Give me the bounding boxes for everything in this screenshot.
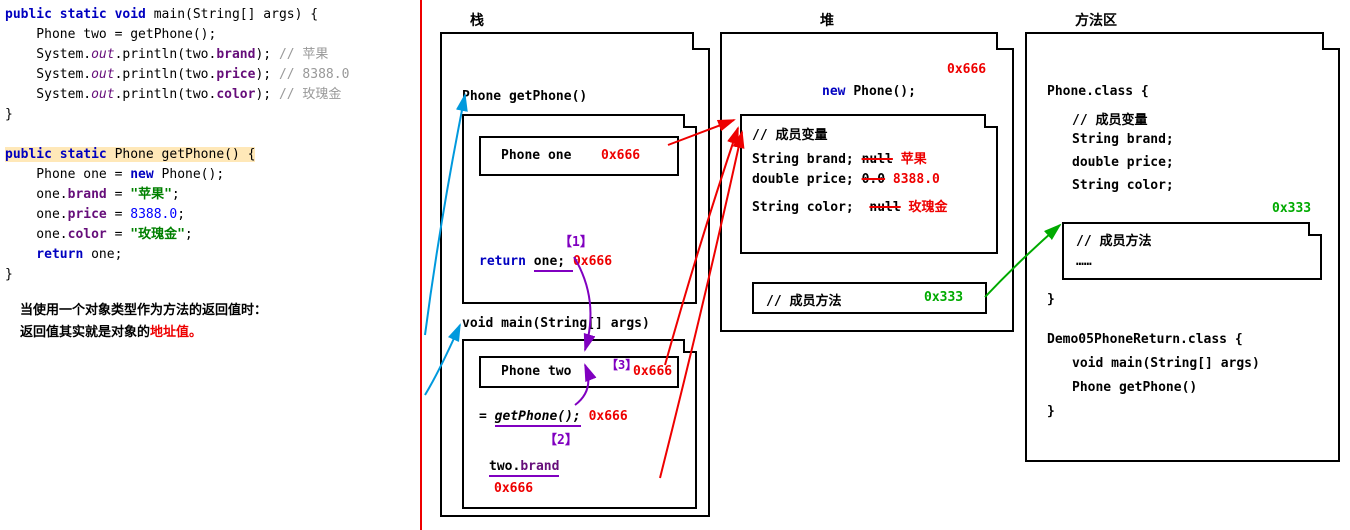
method-block: // 成员方法 …… [1062, 222, 1322, 280]
stack-label: 栈 [470, 10, 484, 30]
divider-line [420, 0, 422, 530]
phone-two-var: Phone two 【3】 0x666 [479, 356, 679, 388]
main-frame-label: void main(String[] args) [462, 316, 650, 331]
getphone-frame-label: Phone getPhone() [462, 89, 587, 104]
method-area-label: 方法区 [1075, 10, 1117, 30]
heap-label: 堆 [820, 10, 834, 30]
explanation-note: 当使用一个对象类型作为方法的返回值时： 返回值其实就是对象的地址值。 [20, 300, 267, 344]
stack-box: Phone getPhone() Phone one 0x666 【1】 ret… [440, 32, 710, 517]
main-frame: Phone two 【3】 0x666 = getPhone(); 0x666 … [462, 339, 697, 509]
heap-object: // 成员变量 String brand; null 苹果 double pri… [740, 114, 998, 254]
phone-one-var: Phone one 0x666 [479, 136, 679, 176]
getphone-frame: Phone one 0x666 【1】 return one; 0x666 [462, 114, 697, 304]
method-area-box: Phone.class { // 成员变量 String brand; doub… [1025, 32, 1340, 462]
heap-method-ref: // 成员方法 0x333 [752, 282, 987, 314]
code-block: public static void main(String[] args) {… [5, 5, 415, 285]
heap-box: new Phone(); 0x666 // 成员变量 String brand;… [720, 32, 1014, 332]
